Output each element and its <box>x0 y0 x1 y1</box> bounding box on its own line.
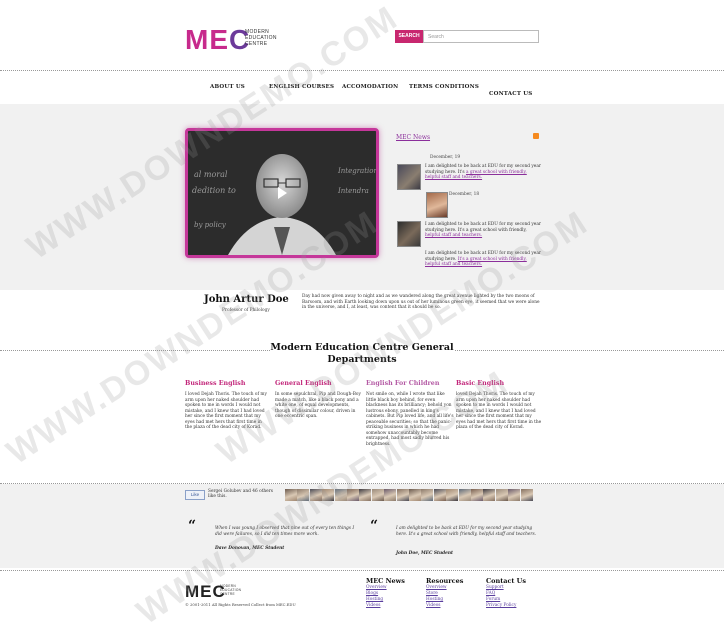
fan-avatar[interactable] <box>409 489 421 501</box>
footer-link[interactable]: Videos <box>366 603 421 609</box>
fan-avatar[interactable] <box>446 489 459 501</box>
fan-avatar[interactable] <box>384 489 397 501</box>
footer-link[interactable]: Privacy Policy <box>486 603 541 609</box>
fan-avatar[interactable] <box>508 489 521 501</box>
footer-heading: MEC News <box>366 577 405 585</box>
fan-avatar[interactable] <box>471 489 483 501</box>
testimonial-author: John Doe, MEC Student <box>396 551 453 556</box>
nav-accomodation[interactable]: ACCOMODATION <box>342 84 398 90</box>
logo-mark: MEC <box>185 24 251 55</box>
nav-contact-us[interactable]: CONTACT US <box>489 91 532 97</box>
nav-terms-conditions[interactable]: TERMS CONDITIONS <box>409 84 479 90</box>
fan-avatar[interactable] <box>421 489 434 501</box>
like-count-text: Sergei Golubev and 46 others like this. <box>208 489 273 499</box>
divider <box>0 70 724 71</box>
fan-avatar[interactable] <box>371 489 384 501</box>
logo-subtitle: MODERN EDUCATION CENTRE <box>245 29 277 47</box>
department-title[interactable]: English For Children <box>366 380 454 387</box>
svg-text:by policy: by policy <box>194 221 227 229</box>
logo[interactable]: MEC MODERN EDUCATION CENTRE <box>185 24 285 55</box>
quote-icon: “ <box>188 518 197 534</box>
svg-text:Intendra: Intendra <box>337 187 369 195</box>
copyright: © 2001-2011 All Rights Reserved Collect … <box>185 602 296 607</box>
nav-about-us[interactable]: ABOUT US <box>210 84 245 90</box>
divider <box>0 570 724 571</box>
footer-heading: Resources <box>426 577 464 585</box>
news-title[interactable]: MEC News <box>396 134 430 141</box>
footer-column-news: MEC News Overview Blogs Hosting Videos <box>366 577 421 609</box>
news-thumbnail[interactable] <box>426 192 448 218</box>
footer-link[interactable]: Videos <box>426 603 481 609</box>
like-button[interactable]: Like <box>185 490 205 500</box>
fan-avatar[interactable] <box>495 489 508 501</box>
news-thumbnail[interactable] <box>397 221 421 247</box>
svg-text:Integration: Integration <box>337 167 376 175</box>
svg-text:dedition to: dedition to <box>192 186 236 195</box>
news-date: December, 18 <box>449 192 480 197</box>
footer-column-contact: Contact Us Support FAQ Forum Privacy Pol… <box>486 577 541 609</box>
search-input[interactable]: Search <box>423 30 539 43</box>
news-date: December, 19 <box>430 155 461 160</box>
play-icon[interactable] <box>278 187 287 199</box>
fan-avatar[interactable] <box>520 489 533 501</box>
fan-avatar[interactable] <box>396 489 409 501</box>
testimonial-text: I am delighted to be back at EDU for my … <box>396 526 537 537</box>
fan-avatar[interactable] <box>458 489 471 501</box>
footer-column-resources: Resources Overview Store Hosting Videos <box>426 577 481 609</box>
department-title[interactable]: Business English <box>185 380 270 387</box>
fan-avatar[interactable] <box>483 489 496 501</box>
footer-heading: Contact Us <box>486 577 526 585</box>
news-thumbnail[interactable] <box>397 164 421 190</box>
svg-text:al moral: al moral <box>194 170 228 179</box>
news-item: I am delighted to be back at EDU for my … <box>425 164 541 180</box>
quote-icon: “ <box>370 518 379 534</box>
news-link[interactable]: helpful staff and teachers. <box>425 233 482 238</box>
fan-avatar[interactable] <box>433 489 446 501</box>
rss-icon[interactable] <box>533 133 539 139</box>
